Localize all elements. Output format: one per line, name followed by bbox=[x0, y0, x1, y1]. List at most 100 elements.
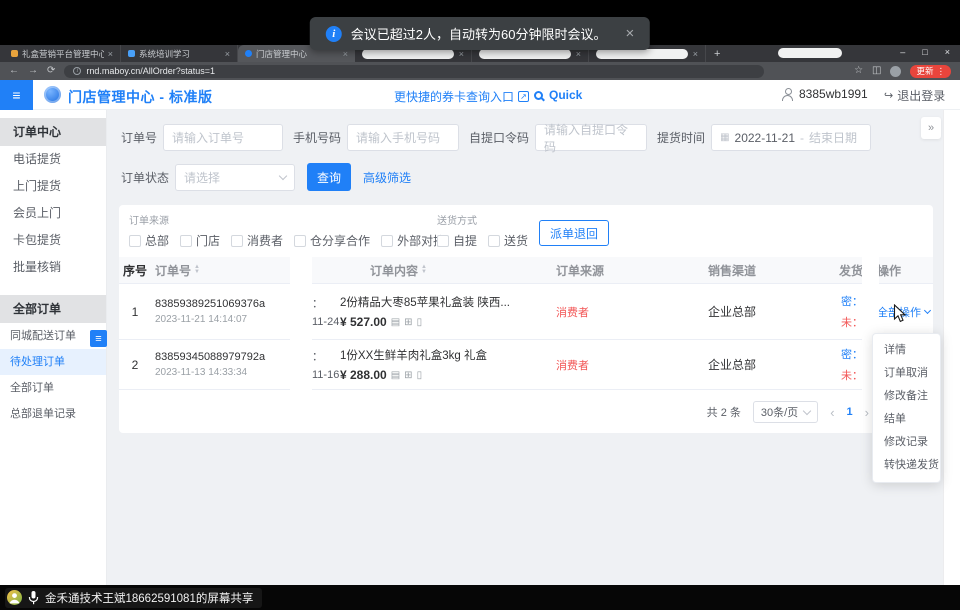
menu-item-cancel-order[interactable]: 订单取消 bbox=[873, 362, 940, 385]
tab-close-icon[interactable]: × bbox=[693, 49, 698, 59]
app-logo bbox=[44, 86, 61, 103]
qr-code-icon[interactable]: ⊞ bbox=[404, 317, 412, 328]
advanced-filter-link[interactable]: 高级筛选 bbox=[363, 169, 411, 186]
reload-icon[interactable]: ⟳ bbox=[47, 66, 55, 76]
url-input[interactable]: i rnd.maboy.cn/AllOrder?status=1 bbox=[64, 65, 764, 78]
sidebar-drag-handle[interactable]: ≡ bbox=[90, 330, 107, 347]
browser-tab-1[interactable]: 礼盒营销平台管理中心 × bbox=[4, 45, 121, 62]
sidebar-item-all-orders[interactable]: 全部订单 bbox=[0, 375, 106, 401]
window-minimize-button[interactable]: – bbox=[900, 47, 905, 57]
next-page-button[interactable]: › bbox=[865, 405, 869, 420]
tab-close-icon[interactable]: × bbox=[108, 49, 113, 59]
browser-profile-avatar[interactable] bbox=[890, 66, 901, 77]
sidebar-item-order-center[interactable]: 订单中心 bbox=[0, 118, 106, 146]
collapse-panel-button[interactable]: » bbox=[921, 117, 941, 139]
window-maximize-button[interactable]: □ bbox=[922, 47, 927, 57]
quick-search-link[interactable]: Quick bbox=[534, 88, 582, 102]
phone-icon[interactable]: ▯ bbox=[417, 317, 423, 328]
checkbox-label: 总部 bbox=[145, 232, 169, 249]
menu-item-edit-remark[interactable]: 修改备注 bbox=[873, 385, 940, 408]
checkbox-label: 送货 bbox=[504, 232, 528, 249]
logout-label: 退出登录 bbox=[897, 87, 945, 104]
page-number[interactable]: 1 bbox=[847, 406, 853, 418]
checkbox-self-pickup[interactable]: 自提 bbox=[437, 232, 477, 249]
col-source: 订单来源 bbox=[530, 262, 640, 279]
browser-tab-2[interactable]: 系统培训学习 × bbox=[121, 45, 238, 62]
blurred-title bbox=[479, 49, 571, 59]
phone-icon[interactable]: ▯ bbox=[417, 370, 423, 381]
checkbox-external[interactable]: 外部对接 bbox=[381, 232, 445, 249]
logout-icon: ↪ bbox=[884, 89, 893, 102]
checkbox-delivery[interactable]: 送货 bbox=[488, 232, 528, 249]
search-button[interactable]: 查询 bbox=[307, 163, 351, 191]
order-status-select[interactable]: 请选择 bbox=[175, 164, 295, 191]
pickup-code-input[interactable]: 请输入自提口令码 bbox=[535, 124, 647, 151]
sidebar-item-phone-pickup[interactable]: 电话提货 bbox=[0, 146, 106, 173]
sidebar-item-all-orders-group[interactable]: 全部订单 bbox=[0, 295, 106, 323]
tab-close-icon[interactable]: × bbox=[459, 49, 464, 59]
sidebar-item-hq-return-records[interactable]: 总部退单记录 bbox=[0, 401, 106, 427]
total-count: 共 2 条 bbox=[707, 404, 741, 420]
pickup-date: 11-24 bbox=[312, 316, 340, 328]
sidebar: 订单中心 电话提货 上门提货 会员上门 卡包提货 批量核销 全部订单 同城配送订… bbox=[0, 110, 107, 585]
toast-close-icon[interactable]: × bbox=[625, 25, 634, 42]
sidebar-item-pending-orders[interactable]: 待处理订单 bbox=[0, 349, 106, 375]
browser-update-chip[interactable]: 更新 ⋮ bbox=[910, 65, 951, 78]
sidebar-item-card-pickup[interactable]: 卡包提货 bbox=[0, 227, 106, 254]
back-icon[interactable]: ← bbox=[9, 66, 19, 76]
mic-icon[interactable] bbox=[28, 590, 39, 605]
menu-item-edit-history[interactable]: 修改记录 bbox=[873, 431, 940, 454]
checkbox-consumer[interactable]: 消费者 bbox=[231, 232, 283, 249]
menu-item-express-ship[interactable]: 转快递发货 bbox=[873, 454, 940, 477]
receipt-icon[interactable]: ▤ bbox=[391, 370, 400, 381]
coupon-query-entry-link[interactable]: 更快捷的券卡查询入口 ↗ bbox=[394, 88, 529, 105]
page-size-select[interactable]: 30条/页 bbox=[753, 401, 818, 423]
site-info-icon[interactable]: i bbox=[73, 67, 81, 75]
forward-icon[interactable]: → bbox=[28, 66, 38, 76]
phone-input[interactable]: 请输入手机号码 bbox=[347, 124, 459, 151]
window-close-button[interactable]: × bbox=[945, 47, 950, 57]
checkbox-store[interactable]: 门店 bbox=[180, 232, 220, 249]
col-order-no[interactable]: 订单号 ▲▼ bbox=[151, 262, 290, 279]
prev-page-button[interactable]: ‹ bbox=[830, 405, 834, 420]
chevron-down-icon bbox=[924, 307, 931, 314]
order-time: 2023-11-13 14:33:34 bbox=[155, 367, 290, 378]
status-placeholder: 请选择 bbox=[184, 169, 220, 186]
receipt-icon[interactable]: ▤ bbox=[391, 317, 400, 328]
coupon-entry-label: 更快捷的券卡查询入口 bbox=[394, 88, 514, 105]
qr-code-icon[interactable]: ⊞ bbox=[404, 370, 412, 381]
user-account[interactable]: 8385wb1991 bbox=[781, 87, 868, 101]
sales-channel: 企业总部 bbox=[708, 305, 756, 319]
sidebar-item-batch-verify[interactable]: 批量核销 bbox=[0, 254, 106, 281]
logout-button[interactable]: ↪ 退出登录 bbox=[884, 87, 945, 104]
bookmark-star-icon[interactable]: ☆ bbox=[854, 66, 863, 76]
col-index: 序号 bbox=[119, 262, 151, 279]
external-link-icon: ↗ bbox=[518, 91, 529, 102]
sort-icon[interactable]: ▲▼ bbox=[194, 265, 200, 275]
tab-close-icon[interactable]: × bbox=[576, 49, 581, 59]
order-no-input[interactable]: 请输入订单号 bbox=[163, 124, 283, 151]
order-source-tag: 消费者 bbox=[556, 307, 589, 319]
sort-icon[interactable]: ▲▼ bbox=[421, 265, 427, 275]
col-content[interactable]: 订单内容 ▲▼ bbox=[340, 262, 530, 279]
order-time: 2023-11-21 14:14:07 bbox=[155, 314, 290, 325]
ship-fragment-2: 未： bbox=[790, 367, 863, 383]
hamburger-menu-button[interactable]: ≡ bbox=[0, 80, 33, 110]
extensions-icon[interactable]: ◫ bbox=[872, 66, 881, 76]
tab-close-icon[interactable]: × bbox=[343, 49, 348, 59]
sidebar-item-member-visit[interactable]: 会员上门 bbox=[0, 200, 106, 227]
share-avatar-icon bbox=[7, 590, 22, 605]
dispatch-return-button[interactable]: 派单退回 bbox=[539, 220, 609, 246]
ship-fragment-1: 密： bbox=[790, 346, 863, 362]
more-menu-icon[interactable]: ⋮ bbox=[937, 66, 946, 77]
mouse-cursor bbox=[893, 304, 907, 328]
new-tab-button[interactable]: + bbox=[714, 48, 720, 60]
order-no-placeholder: 请输入订单号 bbox=[172, 129, 244, 146]
tab-close-icon[interactable]: × bbox=[225, 49, 230, 59]
checkbox-hq[interactable]: 总部 bbox=[129, 232, 169, 249]
menu-item-details[interactable]: 详情 bbox=[873, 339, 940, 362]
menu-item-close-order[interactable]: 结单 bbox=[873, 408, 940, 431]
date-range-picker[interactable]: ▦ 2022-11-21 - 结束日期 bbox=[711, 124, 871, 151]
sidebar-item-door-pickup[interactable]: 上门提货 bbox=[0, 173, 106, 200]
checkbox-warehouse-share[interactable]: 仓分享合作 bbox=[294, 232, 370, 249]
